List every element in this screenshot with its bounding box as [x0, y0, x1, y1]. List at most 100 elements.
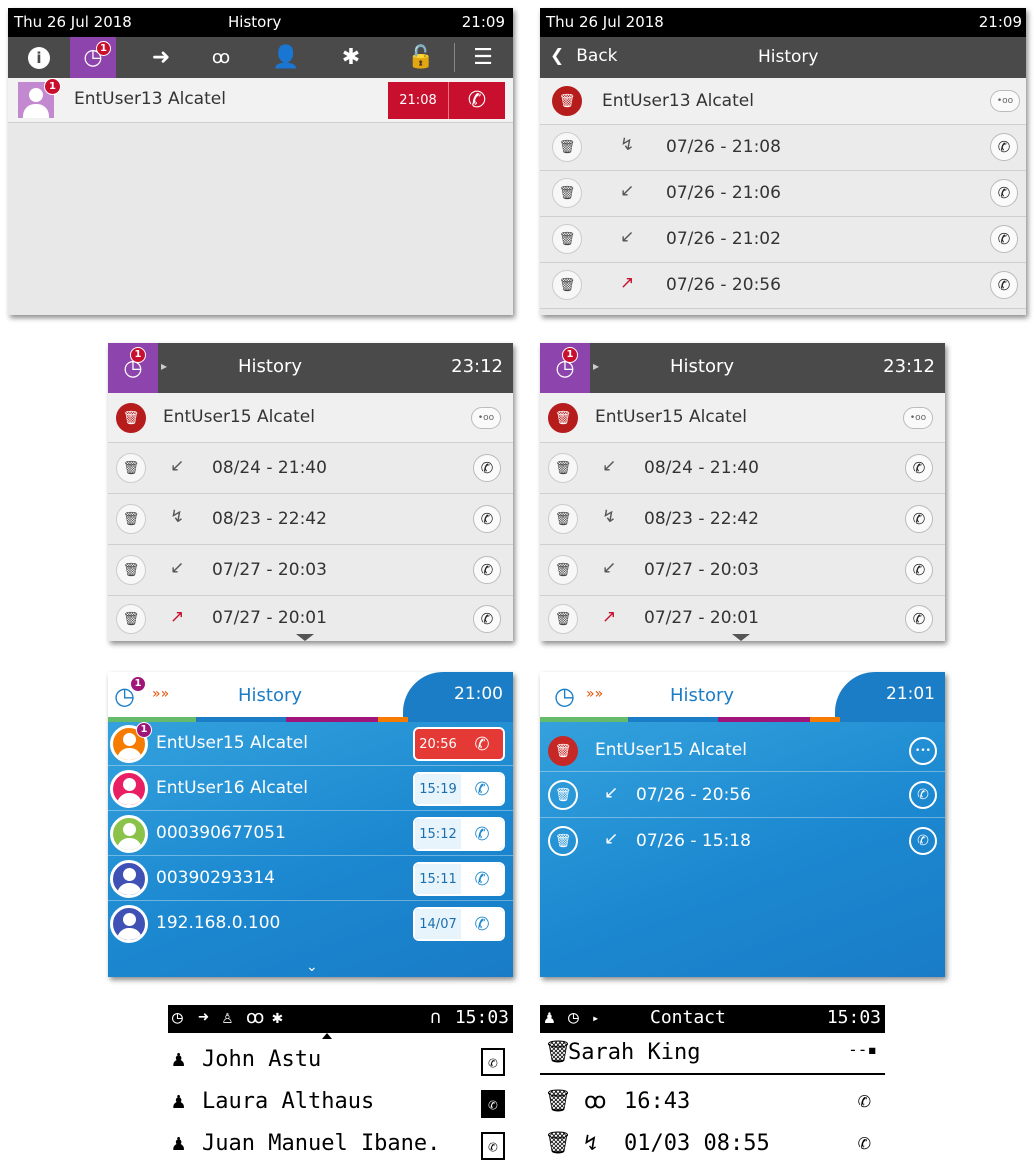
- delete-all-button[interactable]: 🗑: [548, 736, 578, 766]
- lock-tab[interactable]: 🔓: [398, 37, 444, 78]
- more-options-button[interactable]: •oo: [471, 407, 501, 429]
- more-icon[interactable]: --▪: [848, 1040, 877, 1059]
- call-back-button[interactable]: ✆: [473, 556, 501, 584]
- history-tab[interactable]: ◷ 1: [108, 343, 158, 393]
- delete-all-button[interactable]: 🗑: [552, 86, 582, 116]
- menu-tab[interactable]: ☰: [460, 37, 506, 78]
- call-back-button[interactable]: ✆: [905, 605, 933, 633]
- call-back-button[interactable]: ✆: [990, 225, 1018, 253]
- call-button[interactable]: 15:11 ✆: [413, 862, 505, 896]
- person-icon[interactable]: ♟: [544, 1007, 555, 1028]
- call-back-button[interactable]: ✆: [990, 133, 1018, 161]
- call-button[interactable]: ✆: [481, 1090, 505, 1118]
- history-tab-icon[interactable]: ◷: [172, 1007, 183, 1028]
- contacts-tab[interactable]: 👤: [263, 37, 309, 78]
- delete-call-button[interactable]: 🗑: [548, 555, 578, 585]
- scroll-up-icon[interactable]: [322, 1033, 332, 1039]
- more-options-button[interactable]: •oo: [990, 90, 1020, 112]
- call-row[interactable]: 🗑 ↯ 08/23 - 22:42 ✆: [108, 494, 513, 545]
- history-icon[interactable]: ◷: [568, 1007, 579, 1028]
- call-row[interactable]: 🗑 ↙ 07/26 - 21:06 ✆: [540, 171, 1026, 217]
- history-icon[interactable]: ◷: [554, 682, 575, 710]
- call-row[interactable]: 🗑 ↗ 07/27 - 20:01 ✆: [540, 596, 945, 641]
- history-entry[interactable]: ♟ John Astu ✆: [168, 1043, 513, 1081]
- delete-call-button[interactable]: 🗑: [116, 504, 146, 534]
- call-row[interactable]: 🗑 ↙ 07/26 - 20:56 ✆: [540, 772, 945, 818]
- forward-icon[interactable]: ➜: [198, 1007, 209, 1028]
- call-back-button[interactable]: ✆: [905, 556, 933, 584]
- call-back-button[interactable]: ✆: [473, 605, 501, 633]
- delete-all-button[interactable]: 🗑: [548, 403, 578, 433]
- call-button[interactable]: ✆: [481, 1048, 505, 1076]
- history-entry[interactable]: 000390677051 15:12 ✆: [108, 812, 513, 856]
- more-options-button[interactable]: •••: [909, 737, 937, 765]
- history-entry[interactable]: ♟ Juan Manuel Ibane. ✆: [168, 1127, 513, 1165]
- call-back-button[interactable]: ✆: [905, 454, 933, 482]
- call-row[interactable]: 🗑 ↙ 07/27 - 20:03 ✆: [540, 545, 945, 596]
- trash-icon[interactable]: 🗑: [544, 1089, 572, 1114]
- delete-call-button[interactable]: 🗑: [116, 604, 146, 634]
- history-entry[interactable]: ♟ Laura Althaus ✆: [168, 1085, 513, 1123]
- call-row[interactable]: 🗑 ↙ 07/26 - 21:02 ✆: [540, 217, 1026, 263]
- history-entry[interactable]: 00390293314 15:11 ✆: [108, 857, 513, 901]
- call-row[interactable]: 🗑 ↯ 07/26 - 21:08 ✆: [540, 125, 1026, 171]
- call-row[interactable]: 🗑 ↙ 07/27 - 20:03 ✆: [108, 545, 513, 596]
- delete-call-button[interactable]: 🗑: [116, 555, 146, 585]
- history-entry[interactable]: 192.168.0.100 14/07 ✆: [108, 902, 513, 946]
- call-back-button[interactable]: ✆: [473, 454, 501, 482]
- history-entry[interactable]: 1 EntUser15 Alcatel 20:56 ✆: [108, 722, 513, 766]
- delete-call-button[interactable]: 🗑: [552, 178, 582, 208]
- phone-icon[interactable]: ✆: [858, 1131, 871, 1156]
- call-row[interactable]: 🗑 ↙ 08/24 - 21:40 ✆: [108, 443, 513, 494]
- call-row[interactable]: 🗑 ↯ 08/23 - 22:42 ✆: [540, 494, 945, 545]
- scroll-down-icon[interactable]: [732, 634, 750, 641]
- back-button[interactable]: ❮ Back: [550, 46, 618, 66]
- call-row[interactable]: 🗑 ↗ 07/27 - 20:01 ✆: [108, 596, 513, 641]
- voicemail-icon[interactable]: ꝏ: [246, 1007, 264, 1028]
- history-entry[interactable]: 1 EntUser13 Alcatel 21:08 ✆: [8, 78, 513, 123]
- history-tab[interactable]: ◷ 1: [70, 37, 116, 78]
- info-tab[interactable]: i: [16, 37, 62, 78]
- call-button[interactable]: 14/07 ✆: [413, 907, 505, 941]
- history-entry[interactable]: EntUser16 Alcatel 15:19 ✆: [108, 767, 513, 811]
- more-options-button[interactable]: •oo: [903, 407, 933, 429]
- missed-call-button[interactable]: 20:56 ✆: [413, 727, 505, 761]
- call-back-button[interactable]: ✆: [990, 179, 1018, 207]
- call-datetime: 16:43: [624, 1089, 691, 1114]
- missed-call-button[interactable]: 21:08 ✆: [388, 82, 505, 119]
- delete-call-button[interactable]: 🗑: [548, 780, 578, 810]
- call-row[interactable]: 🗑 ↯ 01/03 08:55 ✆: [540, 1127, 885, 1165]
- voicemail-tab[interactable]: ꝏ: [198, 37, 244, 78]
- call-back-button[interactable]: ✆: [909, 781, 937, 809]
- call-row[interactable]: 🗑 ↙ 08/24 - 21:40 ✆: [540, 443, 945, 494]
- history-tab[interactable]: ◷ 1: [540, 343, 590, 393]
- call-back-button[interactable]: ✆: [990, 271, 1018, 299]
- header: ◷ 1 »» History 21:00: [108, 672, 513, 722]
- delete-call-button[interactable]: 🗑: [548, 826, 578, 856]
- call-row[interactable]: 🗑 ↙ 07/26 - 15:18 ✆: [540, 818, 945, 864]
- delete-all-button[interactable]: 🗑: [116, 403, 146, 433]
- call-button[interactable]: 15:19 ✆: [413, 772, 505, 806]
- phone-icon[interactable]: ✆: [858, 1089, 871, 1114]
- delete-call-button[interactable]: 🗑: [548, 504, 578, 534]
- person-icon[interactable]: ♙: [222, 1007, 233, 1028]
- call-button[interactable]: 15:12 ✆: [413, 817, 505, 851]
- delete-call-button[interactable]: 🗑: [548, 453, 578, 483]
- call-back-button[interactable]: ✆: [905, 505, 933, 533]
- settings-tab[interactable]: ✱: [328, 37, 374, 78]
- gear-icon[interactable]: ✱: [272, 1007, 283, 1028]
- call-button[interactable]: ✆: [481, 1132, 505, 1160]
- delete-call-button[interactable]: 🗑: [116, 453, 146, 483]
- delete-call-button[interactable]: 🗑: [552, 132, 582, 162]
- call-row[interactable]: 🗑 ꝏ 16:43 ✆: [540, 1085, 885, 1123]
- delete-call-button[interactable]: 🗑: [552, 270, 582, 300]
- call-back-button[interactable]: ✆: [909, 827, 937, 855]
- scroll-down-icon[interactable]: ⌄: [306, 959, 318, 975]
- scroll-down-icon[interactable]: [296, 634, 314, 641]
- forward-tab[interactable]: ➜: [138, 37, 184, 78]
- delete-call-button[interactable]: 🗑: [552, 224, 582, 254]
- trash-icon[interactable]: 🗑: [544, 1131, 572, 1156]
- call-row[interactable]: 🗑 ↗ 07/26 - 20:56 ✆: [540, 263, 1026, 309]
- delete-call-button[interactable]: 🗑: [548, 604, 578, 634]
- call-back-button[interactable]: ✆: [473, 505, 501, 533]
